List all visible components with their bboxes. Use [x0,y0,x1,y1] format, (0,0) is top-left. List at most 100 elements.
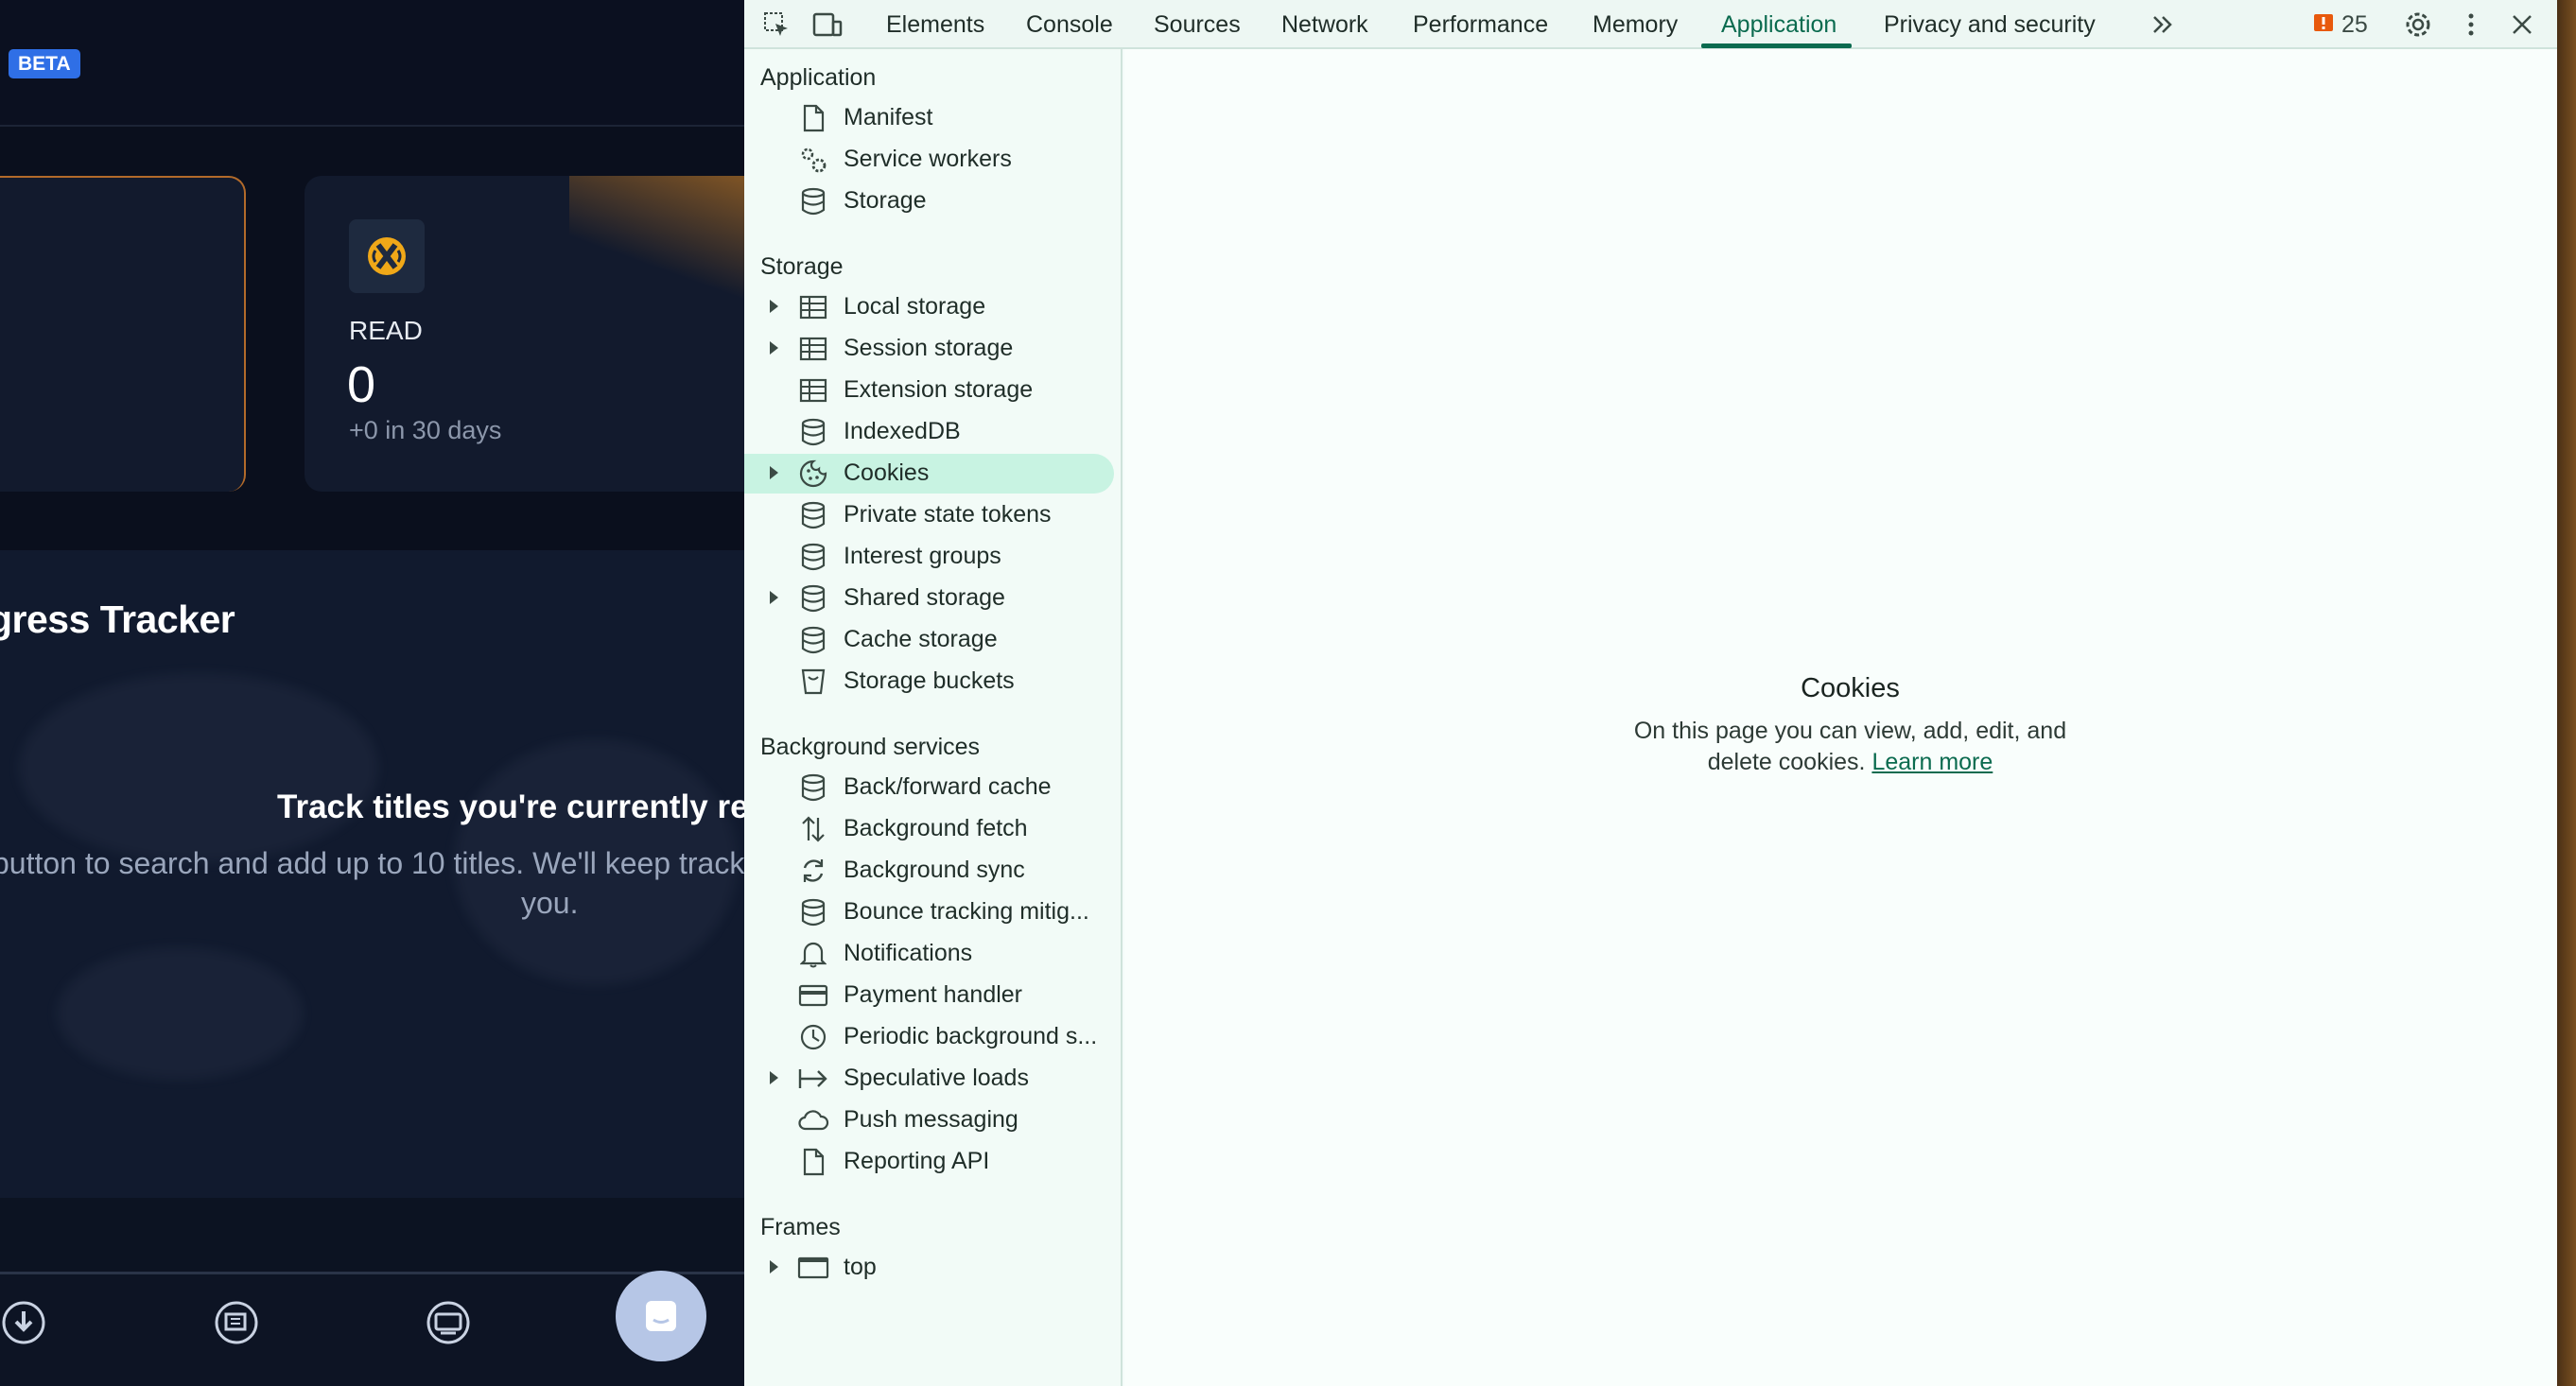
sync-icon [797,855,829,887]
table-icon [797,333,829,365]
table-icon [797,291,829,323]
sidebar-item-interest-groups[interactable]: Interest groups [744,537,1115,577]
sidebar-item-background-fetch[interactable]: Background fetch [744,809,1115,849]
sidebar-item-service-workers[interactable]: Service workers [744,140,1115,180]
tab-application[interactable]: Application [1721,0,1836,49]
sidebar-item-indexeddb[interactable]: IndexedDB [744,412,1115,452]
sidebar-item-speculative-loads[interactable]: Speculative loads [744,1059,1115,1099]
expand-arrow-icon[interactable] [770,466,778,479]
arrows-updown-icon [797,813,829,845]
sidebar-item-label: Storage buckets [844,667,1015,694]
app-page: BETA READ 0 +0 in 30 days gress Tracker … [0,0,744,1386]
sidebar-item-label: top [844,1254,877,1280]
close-icon[interactable] [2505,8,2539,42]
frame-icon [797,1252,829,1284]
database-icon [797,185,829,217]
device-toolbar-icon[interactable] [810,8,844,42]
section-heading-storage: Storage [760,253,844,280]
sidebar-item-notifications[interactable]: Notifications [744,934,1115,974]
sidebar-item-storage[interactable]: Storage [744,182,1115,221]
library-icon[interactable] [213,1299,260,1346]
sidebar-item-background-sync[interactable]: Background sync [744,851,1115,891]
panel-desc-line2: delete cookies. [1707,749,1866,775]
sidebar-item-cache-storage[interactable]: Cache storage [744,620,1115,660]
expand-arrow-icon[interactable] [770,591,778,604]
more-tabs-icon[interactable] [2146,8,2180,42]
active-tab-indicator [1701,43,1852,48]
database-icon [797,582,829,615]
clock-icon [797,1021,829,1053]
sidebar-item-periodic-background-sync[interactable]: Periodic background s... [744,1017,1115,1057]
sidebar-item-frame-top[interactable]: top [744,1248,1115,1288]
kebab-menu-icon[interactable] [2454,8,2488,42]
sidebar-item-label: Session storage [844,335,1014,361]
credit-card-icon [797,979,829,1012]
file-icon [797,1146,829,1178]
beta-badge: BETA [9,49,80,78]
table-icon [797,374,829,407]
learn-more-link[interactable]: Learn more [1871,749,1993,775]
gears-icon [797,144,829,176]
database-icon [797,771,829,804]
discussions-icon[interactable] [425,1299,472,1346]
sidebar-item-label: Manifest [844,104,933,130]
database-icon [797,499,829,531]
chat-fab-button[interactable] [616,1271,706,1361]
sidebar-item-label: IndexedDB [844,418,961,444]
sidebar-item-payment-handler[interactable]: Payment handler [744,976,1115,1015]
sidebar-item-shared-storage[interactable]: Shared storage [744,579,1115,618]
cloud-icon [797,1104,829,1136]
application-sidebar: Application Manifest Service workers Sto… [744,49,1123,1386]
sidebar-item-label: Extension storage [844,376,1034,403]
sidebar-item-storage-buckets[interactable]: Storage buckets [744,662,1115,702]
expand-arrow-icon[interactable] [770,1071,778,1084]
tab-network[interactable]: Network [1281,0,1368,49]
tab-memory[interactable]: Memory [1593,0,1678,49]
issues-counter[interactable]: 25 [2312,0,2368,49]
sidebar-item-label: Bounce tracking mitig... [844,898,1089,925]
read-icon [349,219,425,293]
sidebar-item-label: Storage [844,187,927,214]
settings-gear-icon[interactable] [2401,8,2435,42]
sidebar-item-label: Interest groups [844,543,1001,569]
expand-arrow-icon[interactable] [770,300,778,313]
tab-sources[interactable]: Sources [1154,0,1241,49]
sidebar-item-label: Periodic background s... [844,1023,1098,1049]
sidebar-item-label: Notifications [844,940,973,966]
expand-arrow-icon[interactable] [770,1260,778,1273]
expand-arrow-icon[interactable] [770,341,778,355]
sidebar-item-local-storage[interactable]: Local storage [744,287,1115,327]
stat-card-read[interactable]: READ 0 +0 in 30 days [305,176,744,492]
sidebar-item-reporting-api[interactable]: Reporting API [744,1142,1115,1182]
sidebar-item-bounce-tracking[interactable]: Bounce tracking mitig... [744,892,1115,932]
arrow-right-bar-icon [797,1063,829,1095]
database-icon [797,624,829,656]
background-art [57,947,303,1080]
sidebar-item-private-state-tokens[interactable]: Private state tokens [744,495,1115,535]
sidebar-item-push-messaging[interactable]: Push messaging [744,1100,1115,1140]
downloads-icon[interactable] [0,1299,47,1346]
tab-elements[interactable]: Elements [886,0,984,49]
inspect-element-icon[interactable] [759,8,793,42]
sidebar-item-back-forward-cache[interactable]: Back/forward cache [744,768,1115,807]
devtools-panel: Elements Console Sources Network Perform… [744,0,2576,1386]
panel-desc-line2-wrap: delete cookies. Learn more [1124,747,2576,778]
database-icon [797,416,829,448]
tab-performance[interactable]: Performance [1413,0,1548,49]
tab-privacy-security[interactable]: Privacy and security [1884,0,2096,49]
sidebar-item-cookies[interactable]: Cookies [744,454,1114,494]
sidebar-item-session-storage[interactable]: Session storage [744,329,1115,369]
card-glow [569,176,744,327]
sidebar-item-extension-storage[interactable]: Extension storage [744,371,1115,410]
issue-flag-icon [2314,14,2333,31]
background-art [19,673,378,862]
chat-fab-icon [646,1301,676,1331]
stat-card-partial[interactable] [0,176,246,492]
file-icon [797,102,829,134]
tab-console[interactable]: Console [1026,0,1113,49]
sidebar-item-label: Shared storage [844,584,1005,611]
sidebar-item-manifest[interactable]: Manifest [744,98,1115,138]
empty-state-desc-2: you. [521,886,579,920]
app-header: BETA [0,0,744,127]
issues-count: 25 [2341,11,2368,38]
